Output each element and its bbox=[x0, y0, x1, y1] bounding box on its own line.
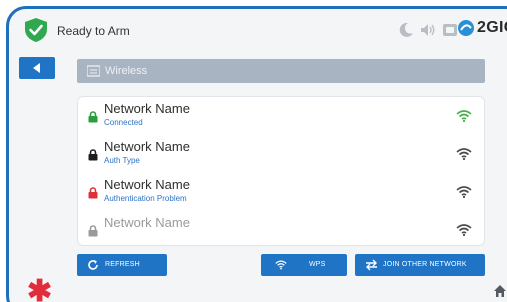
shield-check-icon bbox=[25, 18, 47, 42]
refresh-icon bbox=[88, 260, 98, 270]
wps-button[interactable]: WPS bbox=[261, 254, 347, 276]
wifi-signal-icon bbox=[456, 148, 472, 160]
system-status-text: Ready to Arm bbox=[57, 24, 130, 38]
network-status: Connected bbox=[104, 118, 143, 127]
wifi-signal-icon bbox=[456, 224, 472, 236]
network-name: Network Name bbox=[104, 177, 190, 192]
network-list[interactable]: Network Name Connected Network Name Auth… bbox=[77, 96, 485, 246]
network-row[interactable]: Network Name bbox=[78, 211, 484, 245]
join-other-network-button[interactable]: JOIN OTHER NETWORK bbox=[355, 254, 485, 276]
speaker-icon[interactable] bbox=[419, 21, 437, 39]
wireless-icon bbox=[87, 65, 100, 77]
brand-text: 2GIG bbox=[477, 19, 507, 36]
swap-arrows-icon bbox=[366, 259, 377, 271]
refresh-label: REFRESH bbox=[105, 261, 140, 268]
network-name: Network Name bbox=[104, 101, 190, 116]
moon-icon[interactable] bbox=[397, 21, 415, 39]
network-name: Network Name bbox=[104, 215, 190, 230]
network-row[interactable]: Network Name Auth Type bbox=[78, 135, 484, 173]
brand-logo: 2GIG bbox=[457, 19, 507, 37]
brand-mark-icon bbox=[458, 20, 474, 36]
wifi-signal-icon bbox=[456, 186, 472, 198]
status-bar: Ready to Arm 2GIG bbox=[9, 9, 507, 49]
page-title: Wireless bbox=[105, 65, 148, 77]
lock-icon bbox=[88, 225, 98, 237]
page-header: Wireless bbox=[77, 59, 485, 83]
wifi-signal-icon bbox=[456, 110, 472, 122]
refresh-button[interactable]: REFRESH bbox=[77, 254, 167, 276]
network-name: Network Name bbox=[104, 139, 190, 154]
wps-label: WPS bbox=[309, 261, 326, 268]
back-button[interactable] bbox=[19, 57, 55, 79]
network-status: Auth Type bbox=[104, 156, 140, 165]
emergency-icon[interactable]: ✱ bbox=[27, 277, 52, 302]
network-status: Authentication Problem bbox=[104, 194, 187, 203]
lock-icon bbox=[88, 149, 98, 161]
lock-icon bbox=[88, 187, 98, 199]
wifi-icon bbox=[275, 260, 287, 270]
back-arrow-icon bbox=[33, 63, 40, 73]
join-other-network-label: JOIN OTHER NETWORK bbox=[383, 261, 467, 268]
home-icon[interactable] bbox=[493, 284, 507, 298]
network-row[interactable]: Network Name Connected bbox=[78, 97, 484, 135]
panel-screen: Ready to Arm 2GIG Wireless bbox=[6, 6, 507, 302]
network-row[interactable]: Network Name Authentication Problem bbox=[78, 173, 484, 211]
lock-icon bbox=[88, 111, 98, 123]
